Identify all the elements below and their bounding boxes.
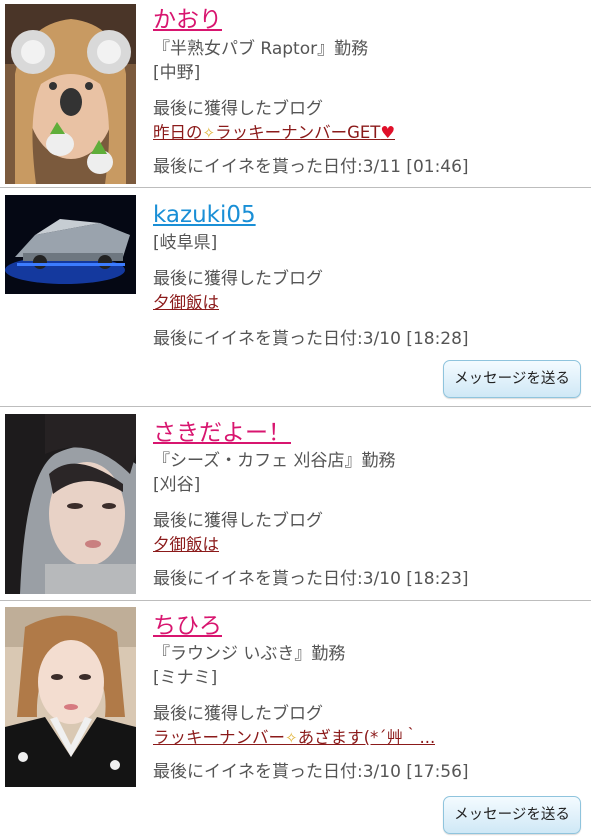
user-card-saki: さきだよー！ 『シーズ・カフェ 刈谷店』勤務 [刈谷] 最後に獲得したブログ 夕… <box>0 407 591 601</box>
blog-link[interactable]: 昨日の✧ラッキーナンバーGET♥ <box>153 121 395 145</box>
user-name[interactable]: かおり <box>153 6 222 34</box>
send-message-button[interactable]: メッセージを送る <box>443 360 581 398</box>
last-liked-date: 最後にイイネを貰った日付:3/10 [18:23] <box>153 569 469 589</box>
user-name[interactable]: ちひろ <box>153 612 222 640</box>
blog-heading: 最後に獲得したブログ <box>153 704 323 724</box>
user-shop: 『シーズ・カフェ 刈谷店』勤務 <box>153 451 396 471</box>
sparkle-icon: ✧ <box>285 729 298 747</box>
user-info: kazuki05 [岐阜県] 最後に獲得したブログ 夕御飯は 最後にイイネを貰っ… <box>153 201 581 351</box>
user-card-chihiro: ちひろ 『ラウンジ いぶき』勤務 [ミナミ] 最後に獲得したブログ ラッキーナン… <box>0 601 591 840</box>
user-area: [ミナミ] <box>153 668 218 688</box>
user-info: ちひろ 『ラウンジ いぶき』勤務 [ミナミ] 最後に獲得したブログ ラッキーナン… <box>153 612 581 784</box>
user-name[interactable]: kazuki05 <box>153 201 256 229</box>
blog-title-part: ラッキーナンバーGET <box>215 123 381 142</box>
heart-icon: ♥ <box>380 123 396 142</box>
user-name[interactable]: さきだよー！ <box>153 419 291 447</box>
blog-heading: 最後に獲得したブログ <box>153 269 323 289</box>
last-liked-date: 最後にイイネを貰った日付:3/10 [17:56] <box>153 762 469 782</box>
user-area: [岐阜県] <box>153 233 218 253</box>
user-photo[interactable] <box>5 607 136 787</box>
user-photo[interactable] <box>5 195 136 294</box>
user-shop: 『半熟女パブ Raptor』勤務 <box>153 39 369 59</box>
user-info: さきだよー！ 『シーズ・カフェ 刈谷店』勤務 [刈谷] 最後に獲得したブログ 夕… <box>153 419 581 591</box>
user-info: かおり 『半熟女パブ Raptor』勤務 [中野] 最後に獲得したブログ 昨日の… <box>153 6 581 179</box>
last-liked-date: 最後にイイネを貰った日付:3/11 [01:46] <box>153 157 469 177</box>
blog-heading: 最後に獲得したブログ <box>153 99 323 119</box>
user-shop: 『ラウンジ いぶき』勤務 <box>153 644 346 664</box>
blog-link[interactable]: 夕御飯は <box>153 533 219 557</box>
last-liked-date: 最後にイイネを貰った日付:3/10 [18:28] <box>153 329 469 349</box>
user-area: [中野] <box>153 63 201 83</box>
sparkle-icon: ✧ <box>202 124 216 142</box>
user-card-kaori: かおり 『半熟女パブ Raptor』勤務 [中野] 最後に獲得したブログ 昨日の… <box>0 0 591 188</box>
user-photo[interactable] <box>5 4 136 184</box>
blog-title-part: あざます(*´艸｀... <box>297 728 436 747</box>
blog-heading: 最後に獲得したブログ <box>153 511 323 531</box>
user-photo[interactable] <box>5 414 136 594</box>
send-message-button[interactable]: メッセージを送る <box>443 796 581 834</box>
blog-title-part: ラッキーナンバー <box>153 728 285 747</box>
blog-title-part: 昨日の <box>153 123 203 142</box>
user-card-kazuki05: kazuki05 [岐阜県] 最後に獲得したブログ 夕御飯は 最後にイイネを貰っ… <box>0 188 591 407</box>
user-area: [刈谷] <box>153 475 201 495</box>
blog-link[interactable]: ラッキーナンバー✧あざます(*´艸｀... <box>153 726 435 750</box>
blog-link[interactable]: 夕御飯は <box>153 291 219 315</box>
